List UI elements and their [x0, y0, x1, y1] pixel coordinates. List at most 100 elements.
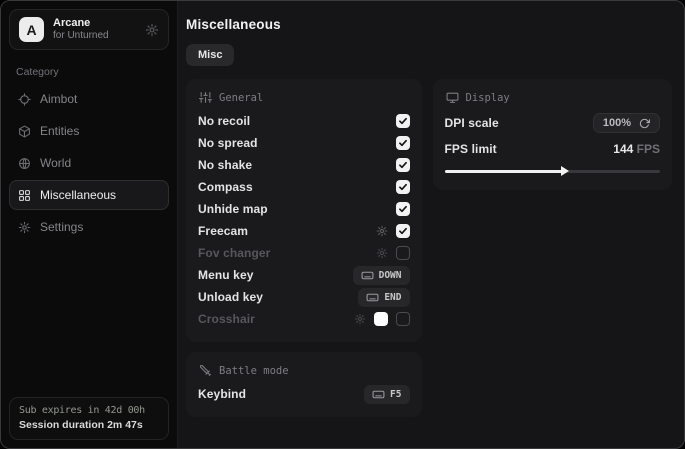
- battle-mode-card: Battle mode Keybind F5: [186, 352, 422, 417]
- setting-row: Compass: [198, 176, 410, 198]
- setting-label: Unhide map: [198, 202, 268, 216]
- fps-limit-value: 144 FPS: [613, 142, 660, 156]
- sidebar-item-label: Aimbot: [40, 92, 77, 106]
- general-card: General No recoilNo spreadNo shakeCompas…: [186, 79, 422, 342]
- content-columns: General No recoilNo spreadNo shakeCompas…: [186, 79, 672, 417]
- setting-row: No shake: [198, 154, 410, 176]
- setting-label: No shake: [198, 158, 252, 172]
- keybind-button[interactable]: DOWN: [353, 266, 410, 285]
- setting-controls: [396, 114, 410, 128]
- sidebar-item-miscellaneous[interactable]: Miscellaneous: [9, 180, 169, 210]
- display-card: Display DPI scale 100%: [433, 79, 673, 190]
- general-card-header: General: [199, 91, 410, 104]
- battle-mode-card-title: Battle mode: [219, 365, 289, 377]
- slider-thumb[interactable]: [561, 166, 569, 176]
- setting-row: Menu key DOWN: [198, 264, 410, 286]
- keyboard-icon: [361, 269, 374, 282]
- setting-row: Freecam: [198, 220, 410, 242]
- checkbox[interactable]: [396, 158, 410, 172]
- setting-label: Fov changer: [198, 246, 270, 260]
- setting-row: Unhide map: [198, 198, 410, 220]
- checkbox[interactable]: [396, 136, 410, 150]
- setting-controls: [376, 224, 410, 238]
- fps-limit-slider[interactable]: [445, 164, 661, 178]
- app-identity: Arcane for Unturned: [53, 17, 136, 41]
- globe-icon: [18, 157, 31, 170]
- setting-controls: F5: [364, 385, 409, 404]
- slider-fill: [445, 170, 564, 173]
- keybind-value: END: [384, 292, 401, 303]
- sidebar-item-label: Settings: [40, 220, 83, 234]
- display-card-title: Display: [466, 92, 510, 104]
- sidebar-item-world[interactable]: World: [9, 148, 169, 178]
- setting-label: Compass: [198, 180, 253, 194]
- setting-label: No spread: [198, 136, 258, 150]
- sidebar-item-label: World: [40, 156, 71, 170]
- app-subtitle: for Unturned: [53, 30, 136, 42]
- app-name: Arcane: [53, 17, 136, 30]
- setting-label: Menu key: [198, 268, 254, 282]
- monitor-icon: [446, 91, 459, 104]
- setting-controls: [396, 180, 410, 194]
- app-avatar: A: [19, 17, 44, 42]
- sword-icon: [199, 364, 212, 377]
- dpi-scale-button[interactable]: 100%: [593, 113, 660, 133]
- main-content: Miscellaneous Misc General: [178, 1, 684, 448]
- category-label: Category: [16, 66, 169, 78]
- setting-controls: [376, 246, 410, 260]
- setting-controls: [396, 202, 410, 216]
- keyboard-icon: [372, 388, 385, 401]
- checkbox[interactable]: [396, 180, 410, 194]
- sub-expires-text: Sub expires in 42d 00h: [19, 405, 159, 416]
- keybind-button[interactable]: F5: [364, 385, 409, 404]
- gear-icon[interactable]: [354, 313, 366, 325]
- setting-row: Fov changer: [198, 242, 410, 264]
- keyboard-icon: [366, 291, 379, 304]
- dpi-scale-label: DPI scale: [445, 116, 499, 130]
- dpi-scale-row: DPI scale 100%: [445, 110, 661, 136]
- sidebar-item-aimbot[interactable]: Aimbot: [9, 84, 169, 114]
- setting-label: Unload key: [198, 290, 263, 304]
- keybind-value: DOWN: [379, 270, 402, 281]
- fps-limit-unit: FPS: [637, 142, 660, 156]
- app-window: A Arcane for Unturned Category Aimbot Ent…: [0, 0, 685, 449]
- setting-label: Freecam: [198, 224, 248, 238]
- color-swatch[interactable]: [374, 312, 388, 326]
- setting-row: Crosshair: [198, 308, 410, 330]
- setting-controls: DOWN: [353, 266, 410, 285]
- sidebar-item-label: Entities: [40, 124, 79, 138]
- checkbox[interactable]: [396, 202, 410, 216]
- sidebar-item-entities[interactable]: Entities: [9, 116, 169, 146]
- sliders-icon: [199, 91, 212, 104]
- setting-row: Keybind F5: [198, 383, 410, 405]
- setting-controls: END: [358, 288, 409, 307]
- grid-icon: [18, 189, 31, 202]
- gear-icon[interactable]: [145, 23, 159, 37]
- display-card-header: Display: [446, 91, 661, 104]
- checkbox[interactable]: [396, 246, 410, 260]
- general-rows: No recoilNo spreadNo shakeCompassUnhide …: [198, 110, 410, 330]
- dpi-scale-value: 100%: [603, 117, 631, 129]
- sidebar: A Arcane for Unturned Category Aimbot Ent…: [1, 1, 178, 448]
- sidebar-item-settings[interactable]: Settings: [9, 212, 169, 242]
- sidebar-item-label: Miscellaneous: [40, 188, 116, 202]
- app-logo-card[interactable]: A Arcane for Unturned: [9, 9, 169, 50]
- category-nav: Aimbot Entities World Miscellaneous Settings: [9, 84, 169, 242]
- checkbox[interactable]: [396, 114, 410, 128]
- left-column: General No recoilNo spreadNo shakeCompas…: [186, 79, 422, 417]
- keybind-button[interactable]: END: [358, 288, 409, 307]
- setting-controls: [396, 136, 410, 150]
- checkbox[interactable]: [396, 312, 410, 326]
- general-card-title: General: [219, 92, 263, 104]
- refresh-icon: [639, 118, 650, 129]
- crosshair-icon: [18, 93, 31, 106]
- fps-limit-row: FPS limit 144 FPS: [445, 136, 661, 162]
- gear-icon[interactable]: [376, 225, 388, 237]
- gear-icon[interactable]: [376, 247, 388, 259]
- tab-misc[interactable]: Misc: [186, 44, 234, 66]
- cube-icon: [18, 125, 31, 138]
- checkbox[interactable]: [396, 224, 410, 238]
- tab-bar: Misc: [186, 44, 672, 66]
- setting-label: Keybind: [198, 387, 246, 401]
- setting-label: Crosshair: [198, 312, 255, 326]
